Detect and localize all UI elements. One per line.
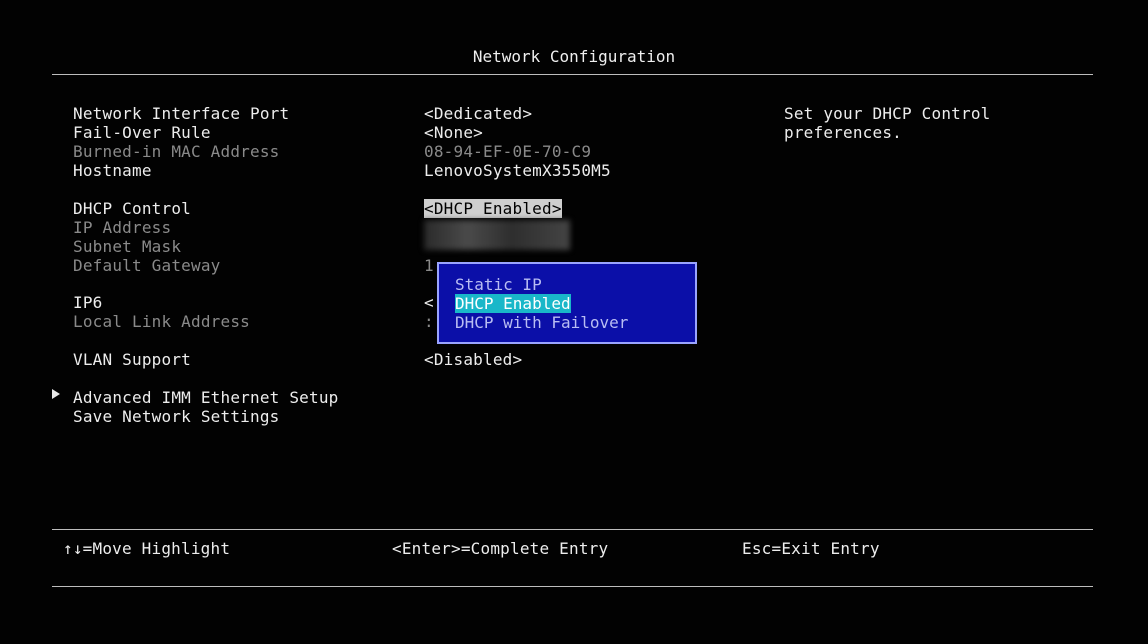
burned-in-mac-value: 08-94-EF-0E-70-C9 [424,142,592,161]
dhcp-control-value[interactable]: <DHCP Enabled> [424,199,562,218]
footer-exit-entry: Esc=Exit Entry [742,539,880,558]
advanced-imm-ethernet-setup-link[interactable]: Advanced IMM Ethernet Setup [73,388,339,407]
burned-in-mac-label: Burned-in MAC Address [73,142,280,161]
fail-over-rule-label[interactable]: Fail-Over Rule [73,123,211,142]
footer-top-divider [52,529,1093,530]
ip6-label[interactable]: IP6 [73,293,103,312]
redacted-ip-subnet [424,220,570,250]
save-network-settings-action[interactable]: Save Network Settings [73,407,280,426]
footer-move-highlight: ↑↓=Move Highlight [63,539,231,558]
page-title: Network Configuration [472,47,676,66]
local-link-address-value: : [424,312,434,331]
hostname-value[interactable]: LenovoSystemX3550M5 [424,161,611,180]
vlan-support-value[interactable]: <Disabled> [424,350,522,369]
ip6-value[interactable]: < [424,293,434,312]
popup-option-dhcp-with-failover[interactable]: DHCP with Failover [455,313,628,332]
network-interface-port-value[interactable]: <Dedicated> [424,104,532,123]
top-divider [52,74,1093,75]
default-gateway-label: Default Gateway [73,256,221,275]
fail-over-rule-value[interactable]: <None> [424,123,483,142]
hostname-label[interactable]: Hostname [73,161,152,180]
dhcp-control-popup: Static IP DHCP Enabled DHCP with Failove… [437,262,697,344]
submenu-arrow-icon [52,389,60,399]
subnet-mask-label: Subnet Mask [73,237,182,256]
local-link-address-label: Local Link Address [73,312,250,331]
footer-bottom-divider [52,586,1093,587]
help-text-line-2: preferences. [784,123,902,142]
popup-option-static-ip[interactable]: Static IP [455,275,542,294]
default-gateway-value: 1 [424,256,434,275]
footer-complete-entry: <Enter>=Complete Entry [392,539,609,558]
network-interface-port-label[interactable]: Network Interface Port [73,104,289,123]
vlan-support-label[interactable]: VLAN Support [73,350,191,369]
help-text-line-1: Set your DHCP Control [784,104,991,123]
bios-screen: Network Configuration Network Interface … [0,0,1148,644]
ip-address-label: IP Address [73,218,172,237]
dhcp-control-label[interactable]: DHCP Control [73,199,191,218]
popup-option-dhcp-enabled[interactable]: DHCP Enabled [455,294,571,313]
